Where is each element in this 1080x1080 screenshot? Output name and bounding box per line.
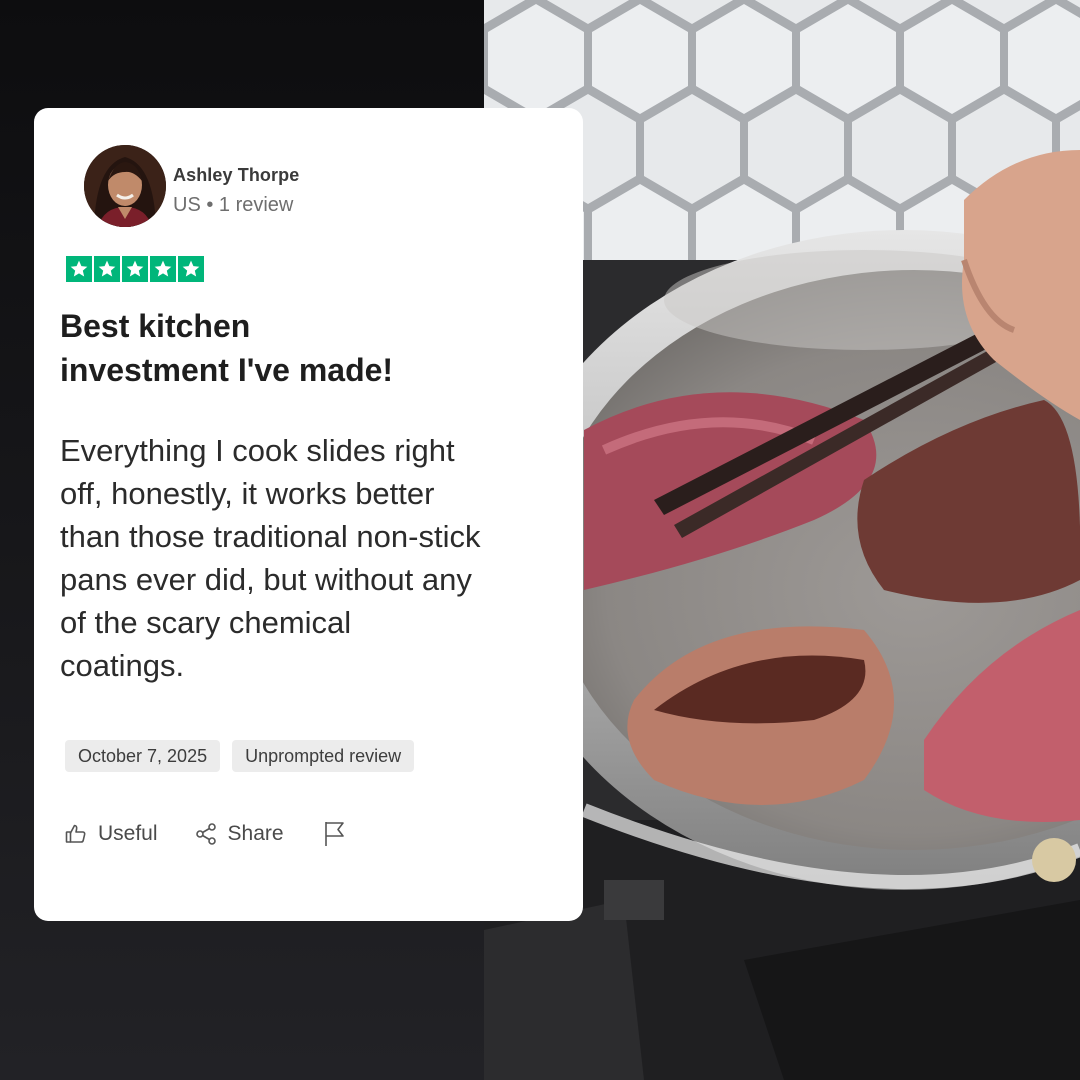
star-rating xyxy=(66,256,204,282)
review-date-tag: October 7, 2025 xyxy=(65,740,221,772)
useful-label: Useful xyxy=(98,822,158,845)
reviewer-meta: US • 1 review xyxy=(173,194,294,216)
star-icon xyxy=(66,256,92,282)
avatar xyxy=(84,145,166,227)
unprompted-review-tag: Unprompted review xyxy=(232,740,415,772)
useful-button[interactable]: Useful xyxy=(64,822,158,846)
review-body-line: off, honestly, it works better xyxy=(60,476,435,511)
review-body-line: of the scary chemical xyxy=(60,605,352,640)
star-icon xyxy=(150,256,176,282)
star-icon xyxy=(94,256,120,282)
review-card: Ashley Thorpe US • 1 review Best kitchen… xyxy=(34,108,583,921)
review-title-line: investment I've made! xyxy=(60,352,394,388)
review-actions: Useful Share xyxy=(64,820,358,848)
share-icon xyxy=(195,823,216,845)
review-title-line: Best kitchen xyxy=(60,308,251,344)
reviewer-name: Ashley Thorpe xyxy=(173,165,300,185)
review-body-line: than those traditional non-stick xyxy=(60,519,481,554)
report-button[interactable] xyxy=(322,820,358,848)
flag-icon xyxy=(324,822,344,846)
review-body-line: Everything I cook slides right xyxy=(60,433,455,468)
star-icon xyxy=(178,256,204,282)
review-title: Best kitchen investment I've made! xyxy=(60,304,440,392)
share-label: Share xyxy=(227,822,284,845)
thumbs-up-icon xyxy=(65,824,86,843)
star-icon xyxy=(122,256,148,282)
review-body: Everything I cook slides right off, hone… xyxy=(60,429,550,687)
review-body-line: pans ever did, but without any xyxy=(60,562,472,597)
review-body-line: coatings. xyxy=(60,648,185,683)
share-button[interactable]: Share xyxy=(194,822,284,846)
review-tags: October 7, 2025 Unprompted review xyxy=(65,740,415,772)
